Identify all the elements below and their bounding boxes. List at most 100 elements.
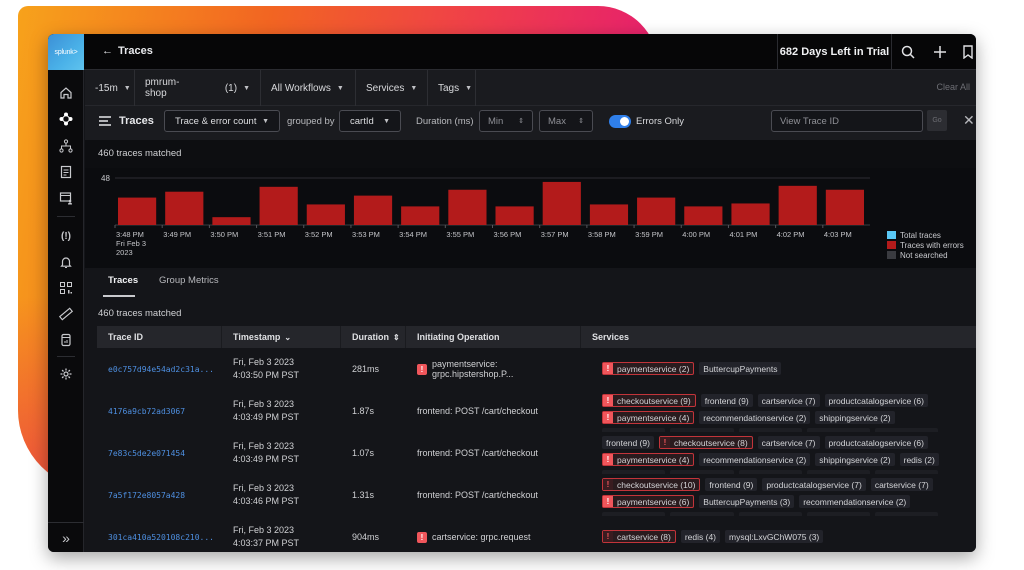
duration-max-input[interactable]: Max ⇕ xyxy=(539,110,593,132)
bar xyxy=(637,197,676,225)
service-chip-error[interactable]: ! paymentservice (6) xyxy=(602,495,695,508)
table-row[interactable]: 4176a9cb72ad3067 Fri, Feb 3 2023 4:03:49 P… xyxy=(97,390,976,432)
database-icon[interactable] xyxy=(57,331,75,349)
trial-badge[interactable]: 682 Days Left in Trial xyxy=(777,34,892,70)
search-icon[interactable] xyxy=(899,43,917,61)
duration-min-input[interactable]: Min ⇕ xyxy=(479,110,533,132)
timestamp-time: 4:03:49 PM PST xyxy=(233,412,300,422)
service-chip[interactable]: recommendationservice (2) xyxy=(799,495,911,508)
service-chip[interactable]: cartservice (7) xyxy=(870,478,933,491)
service-chip[interactable]: frontend (9) xyxy=(700,394,753,407)
column-timestamp[interactable]: Timestamp ⌄ xyxy=(222,326,341,348)
trace-id-link[interactable]: e0c757d94e54ad2c31a... xyxy=(108,365,222,374)
bar xyxy=(542,181,581,225)
metric-select[interactable]: Trace & error count ▼ xyxy=(164,110,280,132)
column-initiating-operation[interactable]: Initiating Operation xyxy=(406,326,581,348)
plus-icon[interactable] xyxy=(931,43,949,61)
table-row[interactable]: 301ca410a520108c210... Fri, Feb 3 2023 4:0… xyxy=(97,516,976,552)
service-chip[interactable]: cartservice (7) xyxy=(757,394,820,407)
legend-swatch xyxy=(887,241,896,249)
double-chevron-right-icon[interactable]: » xyxy=(48,522,84,552)
service-chip-error[interactable]: ! paymentservice (4) xyxy=(602,411,695,424)
table-row[interactable]: 7a5f172e8057a428 Fri, Feb 3 2023 4:03:46 P… xyxy=(97,474,976,516)
service-chip-error[interactable]: ! checkoutservice (10) xyxy=(602,478,701,491)
qr-grid-icon[interactable] xyxy=(57,279,75,297)
duration-value: 281ms xyxy=(352,364,380,374)
error-icon: ! xyxy=(417,531,427,543)
service-chip[interactable]: shippingservice (2) xyxy=(815,411,895,424)
service-chip-error[interactable]: ! cartservice (8) xyxy=(602,530,676,543)
service-chip[interactable]: ButtercupPayments xyxy=(699,362,782,375)
trace-id-link[interactable]: 7e83c5de2e071454 xyxy=(108,449,222,458)
service-chip-error[interactable]: ! checkoutservice (9) xyxy=(602,394,696,407)
caret-down-icon: ▼ xyxy=(123,84,131,92)
service-map-icon[interactable] xyxy=(57,137,75,155)
services-cell: ! checkoutservice (9) frontend (9) cartserv… xyxy=(602,390,976,432)
legend-item[interactable]: Not searched xyxy=(887,250,964,260)
dashboard-user-icon[interactable] xyxy=(57,189,75,207)
trace-id-link[interactable]: 7a5f172e8057a428 xyxy=(108,491,222,500)
x-tick-label: 3:55 PM xyxy=(446,230,474,239)
column-duration[interactable]: Duration ⇕ xyxy=(341,326,406,348)
environment-dropdown[interactable]: pmrum-shop (1) ▼ xyxy=(135,70,261,106)
service-chip[interactable]: shippingservice (2) xyxy=(815,453,895,466)
service-chip-error[interactable]: ! paymentservice (2) xyxy=(602,362,695,375)
table-row[interactable]: e0c757d94e54ad2c31a... Fri, Feb 3 2023 4:0… xyxy=(97,348,976,390)
duration-cell: 904ms xyxy=(341,516,406,552)
group-by-value: cartId xyxy=(350,115,374,127)
workflows-dropdown[interactable]: All Workflows ▼ xyxy=(261,70,356,106)
timestamp-time: 4:03:49 PM PST xyxy=(233,454,300,464)
services-cell: ! checkoutservice (10) frontend (9) product… xyxy=(602,474,976,516)
legend-item[interactable]: Total traces xyxy=(887,230,964,240)
tags-dropdown[interactable]: Tags ▼ xyxy=(428,70,476,106)
top-bar: splunk> ← Traces 682 Days Left in Trial xyxy=(48,34,976,70)
apm-icon[interactable] xyxy=(57,110,75,128)
service-name: checkoutservice (10) xyxy=(617,479,696,490)
service-chip-error[interactable]: ! paymentservice (4) xyxy=(602,453,695,466)
view-trace-id-input[interactable]: View Trace ID xyxy=(771,110,923,132)
alerts-icon[interactable]: (!) xyxy=(57,227,75,245)
service-name: cartservice (8) xyxy=(617,531,671,542)
services-cell: frontend (9) ! checkoutservice (8) cartserv… xyxy=(602,432,976,474)
column-trace-id[interactable]: Trace ID xyxy=(97,326,222,348)
column-services[interactable]: Services xyxy=(581,326,976,348)
errors-only-toggle[interactable] xyxy=(609,115,631,128)
service-chip[interactable]: ButtercupPayments (3) xyxy=(699,495,795,508)
service-name: redis (2) xyxy=(903,454,935,465)
bell-icon[interactable] xyxy=(57,253,75,271)
services-dropdown[interactable]: Services ▼ xyxy=(356,70,428,106)
service-chip[interactable]: recommendationservice (2) xyxy=(699,411,811,424)
service-chip[interactable]: redis (4) xyxy=(680,530,721,543)
service-chip[interactable]: frontend (9) xyxy=(602,436,654,449)
service-chip-error[interactable]: ! checkoutservice (8) xyxy=(658,436,753,449)
go-button[interactable]: Go xyxy=(927,110,947,131)
service-chip[interactable]: productcatalogservice (7) xyxy=(762,478,866,491)
splunk-logo[interactable]: splunk> xyxy=(48,34,84,70)
service-chip[interactable]: redis (2) xyxy=(899,453,939,466)
logs-icon[interactable] xyxy=(57,163,75,181)
service-chip[interactable]: frontend (9) xyxy=(705,478,758,491)
tab-group-metrics[interactable]: Group Metrics xyxy=(159,275,219,286)
home-icon[interactable] xyxy=(57,84,75,102)
bookmark-icon[interactable] xyxy=(959,43,976,61)
tab-traces[interactable]: Traces xyxy=(108,275,138,286)
group-by-select[interactable]: cartId ▼ xyxy=(339,110,401,132)
timestamp-date: Fri, Feb 3 2023 xyxy=(233,399,295,409)
table-row[interactable]: 7e83c5de2e071454 Fri, Feb 3 2023 4:03:49 P… xyxy=(97,432,976,474)
clear-all-button[interactable]: Clear All xyxy=(936,82,970,92)
service-chip[interactable]: productcatalogservice (6) xyxy=(824,394,928,407)
service-chip[interactable]: cartservice (7) xyxy=(757,436,820,449)
service-chip[interactable]: productcatalogservice (6) xyxy=(824,436,928,449)
close-icon[interactable]: ✕ xyxy=(963,112,975,129)
gear-icon[interactable] xyxy=(57,365,75,383)
sidebar: (!) » xyxy=(48,70,84,552)
legend-item[interactable]: Traces with errors xyxy=(887,240,964,250)
trace-id-link[interactable]: 4176a9cb72ad3067 xyxy=(108,407,222,416)
time-range-dropdown[interactable]: -15m ▼ xyxy=(85,70,135,106)
ruler-icon[interactable] xyxy=(57,305,75,323)
service-chip[interactable]: recommendationservice (2) xyxy=(699,453,811,466)
trace-id-link[interactable]: 301ca410a520108c210... xyxy=(108,533,222,542)
service-chip[interactable]: mysql:LxvGChW075 (3) xyxy=(725,530,824,543)
back-to-traces[interactable]: ← Traces xyxy=(102,45,153,57)
bar xyxy=(212,217,251,225)
